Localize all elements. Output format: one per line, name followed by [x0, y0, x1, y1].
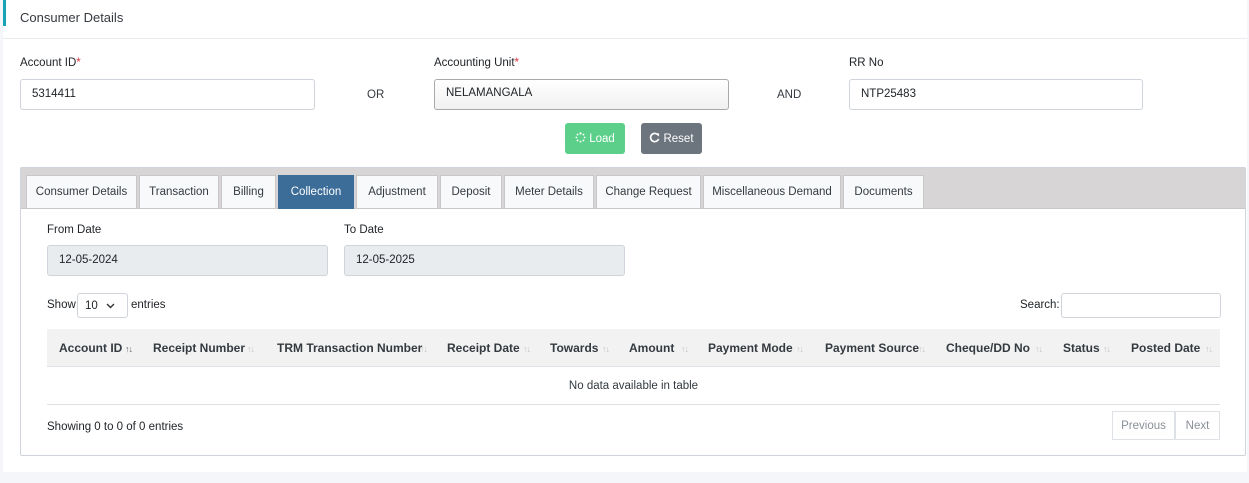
- details-tab-panel: Consumer Details Transaction Billing Col…: [20, 167, 1246, 456]
- sort-icon: ↑↓: [523, 344, 531, 354]
- account-id-label: Account ID*: [20, 57, 81, 69]
- from-date-input[interactable]: 12-05-2024: [47, 245, 328, 276]
- load-button[interactable]: Load: [565, 123, 625, 154]
- show-label: Show: [47, 299, 76, 311]
- entries-value: 10: [85, 299, 98, 312]
- consumer-details-card: Consumer Details Account ID* 5314411 OR …: [3, 0, 1247, 472]
- sort-icon: ↑↓: [1103, 344, 1111, 354]
- title-accent-bar: [3, 0, 6, 26]
- card-header: Consumer Details: [3, 0, 1247, 39]
- sort-icon: ↑↓: [247, 344, 255, 354]
- column-receipt-date[interactable]: Receipt Date: [447, 341, 520, 355]
- column-amount[interactable]: Amount: [629, 341, 674, 355]
- sort-icon: ↑↓: [420, 344, 428, 354]
- reset-button[interactable]: Reset: [641, 123, 702, 154]
- sort-icon: ↑↓: [602, 344, 610, 354]
- column-payment-mode[interactable]: Payment Mode: [708, 341, 793, 355]
- chevron-down-icon: [106, 300, 115, 312]
- column-account-id[interactable]: Account ID: [59, 341, 122, 355]
- search-input[interactable]: [1061, 293, 1221, 318]
- sort-icon: ↑↓: [681, 344, 689, 354]
- account-id-input[interactable]: 5314411: [20, 79, 315, 110]
- accounting-unit-select[interactable]: NELAMANGALA: [434, 79, 729, 110]
- tab-collection[interactable]: Collection: [278, 175, 354, 209]
- previous-button[interactable]: Previous: [1112, 411, 1175, 440]
- or-text: OR: [367, 89, 385, 101]
- refresh-icon: [649, 132, 660, 146]
- tab-change-request[interactable]: Change Request: [596, 175, 701, 209]
- column-trm-transaction-number[interactable]: TRM Transaction Number: [277, 341, 422, 355]
- entries-label: entries: [131, 299, 166, 311]
- column-towards[interactable]: Towards: [550, 341, 598, 355]
- tab-documents[interactable]: Documents: [843, 175, 924, 209]
- column-cheque-dd-no[interactable]: Cheque/DD No: [946, 341, 1030, 355]
- column-status[interactable]: Status: [1063, 341, 1100, 355]
- collection-table-header: Account ID ↑↓ Receipt Number ↑↓ TRM Tran…: [47, 329, 1220, 367]
- column-receipt-number[interactable]: Receipt Number: [153, 341, 245, 355]
- spinner-icon: [575, 131, 586, 146]
- rr-no-label: RR No: [849, 57, 884, 69]
- tab-adjustment[interactable]: Adjustment: [356, 175, 438, 209]
- search-label: Search:: [1020, 299, 1060, 311]
- next-button[interactable]: Next: [1175, 411, 1220, 440]
- reset-button-label: Reset: [663, 132, 694, 145]
- sort-icon: ↑↓: [1205, 344, 1213, 354]
- tab-miscellaneous-demand[interactable]: Miscellaneous Demand: [703, 175, 841, 209]
- to-date-input[interactable]: 12-05-2025: [344, 245, 625, 276]
- and-text: AND: [777, 89, 802, 101]
- rr-no-input[interactable]: NTP25483: [849, 79, 1143, 110]
- table-empty-row: No data available in table: [47, 367, 1220, 405]
- tab-billing[interactable]: Billing: [221, 175, 276, 209]
- sort-asc-icon: ↑↓: [125, 344, 133, 354]
- entries-select[interactable]: 10: [77, 293, 128, 318]
- tab-bar: Consumer Details Transaction Billing Col…: [21, 168, 1245, 209]
- page-title: Consumer Details: [20, 10, 124, 25]
- tab-meter-details[interactable]: Meter Details: [504, 175, 594, 209]
- tab-deposit[interactable]: Deposit: [440, 175, 502, 209]
- tab-transaction[interactable]: Transaction: [139, 175, 219, 209]
- sort-icon: ↑↓: [796, 344, 804, 354]
- sort-icon: ↑↓: [1035, 344, 1043, 354]
- column-posted-date[interactable]: Posted Date: [1131, 341, 1200, 355]
- from-date-label: From Date: [47, 224, 102, 236]
- tab-consumer-details[interactable]: Consumer Details: [26, 175, 137, 209]
- table-info: Showing 0 to 0 of 0 entries: [47, 421, 184, 433]
- to-date-label: To Date: [344, 224, 384, 236]
- accounting-unit-label: Accounting Unit*: [434, 57, 520, 69]
- column-payment-source[interactable]: Payment Source: [825, 341, 919, 355]
- load-button-label: Load: [589, 132, 615, 145]
- sort-icon: ↑↓: [918, 344, 926, 354]
